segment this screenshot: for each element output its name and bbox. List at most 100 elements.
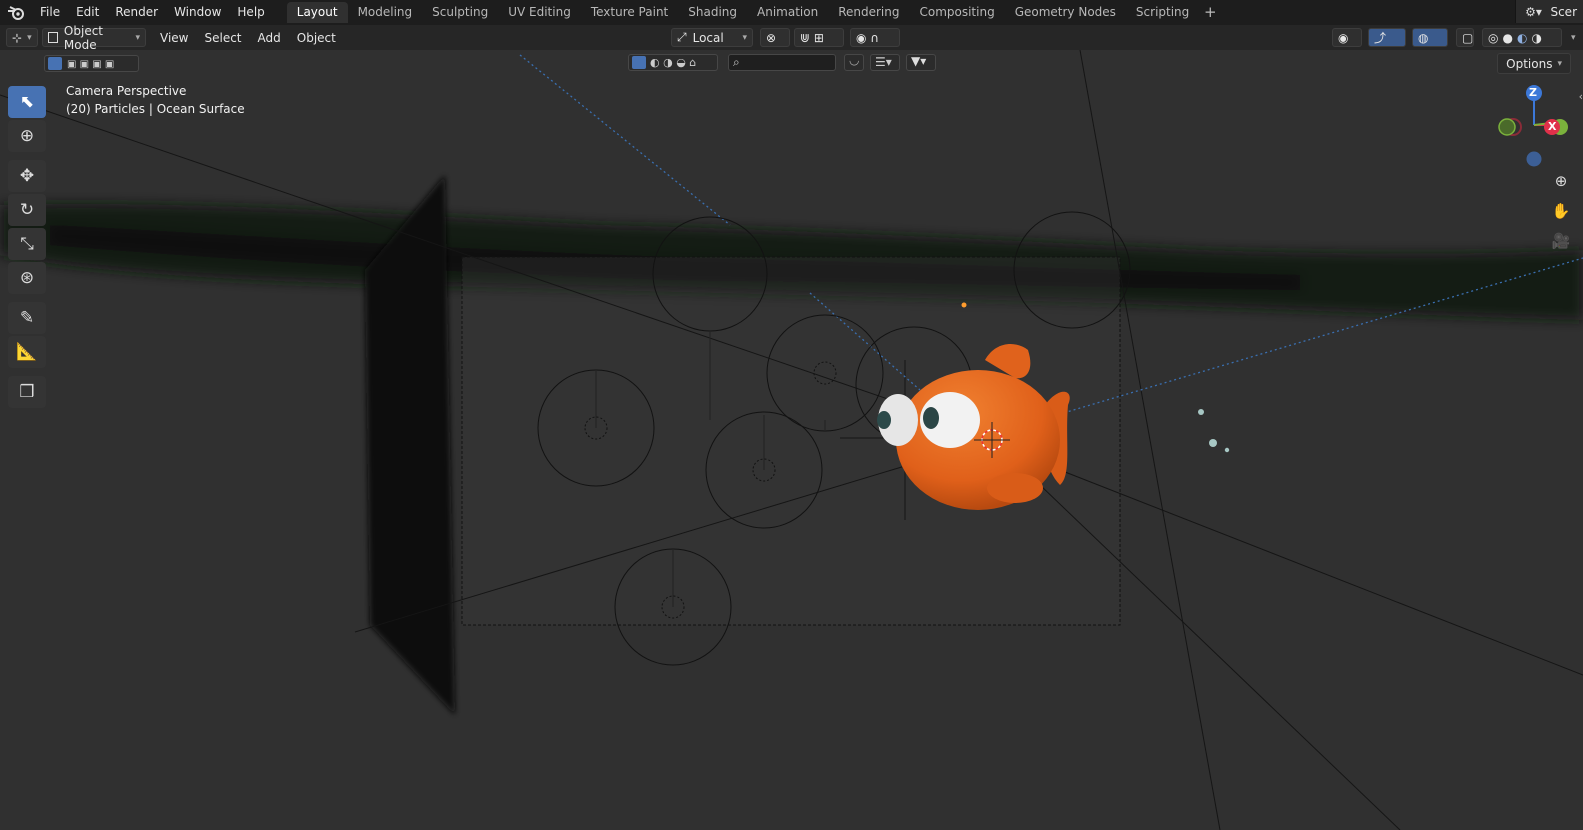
- menu-view[interactable]: View: [152, 31, 196, 45]
- origin-dot: [961, 302, 967, 308]
- tab-animation[interactable]: Animation: [747, 2, 828, 23]
- scale-icon: ⤡: [20, 234, 34, 254]
- scene-selector[interactable]: ⚙▾ Scer: [1515, 0, 1583, 23]
- rotate-icon: ↻: [19, 200, 35, 220]
- gizmo-z-label: Z: [1529, 86, 1537, 99]
- viewport-header: ⊹ ▾ Object Mode ▾ View Select Add Object …: [0, 24, 1583, 52]
- object-info: (20) Particles | Ocean Surface: [66, 102, 245, 116]
- view-name: Camera Perspective: [66, 84, 187, 98]
- measure-tool[interactable]: 📐: [8, 336, 46, 368]
- filter-object-types[interactable]: ◐ ◑ ◒ ⌂: [628, 54, 718, 71]
- topbar: File Edit Render Window Help Layout Mode…: [0, 0, 1583, 25]
- editor-type-icon: ⊹: [12, 30, 23, 45]
- proportional-edit-button[interactable]: ◉ ∩: [850, 28, 900, 47]
- tab-shading[interactable]: Shading: [678, 2, 747, 23]
- scene-label: Scer: [1550, 4, 1577, 19]
- selection-mode-buttons[interactable]: ▣ ▣ ▣ ▣: [44, 55, 139, 72]
- add-workspace-button[interactable]: +: [1199, 2, 1221, 23]
- menu-select[interactable]: Select: [196, 31, 249, 45]
- hierarchy-button[interactable]: ☰▾: [870, 54, 900, 71]
- curve-button[interactable]: ◡: [844, 53, 864, 71]
- tab-scripting[interactable]: Scripting: [1126, 2, 1199, 23]
- visibility-button[interactable]: ◉: [1332, 28, 1362, 47]
- 3d-cursor-icon: ⊕: [19, 126, 35, 146]
- tab-uv-editing[interactable]: UV Editing: [498, 2, 581, 23]
- select-new-icon: [48, 57, 62, 70]
- overlay-toggle[interactable]: ◍: [1412, 28, 1448, 47]
- xray-toggle[interactable]: ▢: [1456, 28, 1474, 47]
- hierarchy-icon: ☰▾: [875, 55, 892, 69]
- curve-icon: ◡: [849, 53, 860, 67]
- material-preview-icon: ◐: [1516, 30, 1528, 45]
- cursor-tool[interactable]: ⊕: [8, 120, 46, 152]
- chevron-down-icon: ▾: [1571, 32, 1576, 43]
- menu-edit[interactable]: Edit: [68, 0, 107, 25]
- tab-rendering[interactable]: Rendering: [828, 2, 909, 23]
- tab-layout[interactable]: Layout: [286, 2, 348, 23]
- tab-sculpting[interactable]: Sculpting: [422, 2, 498, 23]
- add-cube-tool[interactable]: ❒: [8, 376, 46, 408]
- pan-button[interactable]: ✋: [1548, 198, 1574, 224]
- tool-header: ▣ ▣ ▣ ▣ ◐ ◑ ◒ ⌂ ⌕ ◡ ☰▾ ▼▾: [0, 50, 1583, 76]
- tab-geometry-nodes[interactable]: Geometry Nodes: [1005, 2, 1126, 23]
- transform-tool[interactable]: ⊛: [8, 262, 46, 294]
- scene-icon: ⚙▾: [1525, 4, 1542, 19]
- tab-modeling[interactable]: Modeling: [348, 2, 423, 23]
- blender-logo-icon[interactable]: [0, 0, 32, 25]
- object-type-icon: [632, 56, 646, 69]
- camera-icon: 🎥: [1551, 232, 1571, 250]
- search-field[interactable]: ⌕: [728, 54, 836, 71]
- select-box-tool[interactable]: ⬉: [8, 86, 46, 118]
- menu-help[interactable]: Help: [229, 0, 272, 25]
- bubbles: [1198, 409, 1230, 453]
- menu-render[interactable]: Render: [107, 0, 166, 25]
- orientation-icon: ⤢: [677, 30, 687, 44]
- gizmo-x-label: X: [1548, 120, 1557, 133]
- rendered-icon: ◑: [1531, 30, 1542, 45]
- sidebar-toggle[interactable]: ‹: [1579, 90, 1583, 103]
- transform-icon: ⊛: [19, 268, 35, 288]
- 3d-viewport[interactable]: [0, 0, 1583, 830]
- scale-tool[interactable]: ⤡: [8, 228, 46, 260]
- transform-orientation[interactable]: ⤢ Local ▾: [671, 28, 753, 47]
- shading-types-icons: ◐ ◑ ◒ ⌂: [650, 56, 697, 69]
- editor-type-button[interactable]: ⊹ ▾: [6, 28, 38, 47]
- camera-view-button[interactable]: 🎥: [1548, 228, 1574, 254]
- tab-compositing[interactable]: Compositing: [909, 2, 1004, 23]
- search-icon: ⌕: [733, 55, 740, 69]
- proportional-icon: ◉ ∩: [856, 30, 880, 45]
- object-mode-icon: [48, 32, 58, 43]
- cursor-arrow-icon: ⬉: [19, 92, 35, 112]
- orientation-label: Local: [692, 30, 724, 45]
- rotate-tool[interactable]: ↻: [8, 194, 46, 226]
- options-label: Options: [1506, 56, 1553, 71]
- overlay-icon: ◍: [1418, 30, 1429, 45]
- zoom-button[interactable]: ⊕: [1548, 168, 1574, 194]
- snap-button[interactable]: ⋓ ⊞: [794, 28, 844, 47]
- shading-modes[interactable]: ◎ ● ◐ ◑: [1482, 28, 1562, 47]
- zoom-icon: ⊕: [1554, 172, 1568, 190]
- shading-dropdown[interactable]: ▾: [1566, 28, 1582, 47]
- tab-texture-paint[interactable]: Texture Paint: [581, 2, 678, 23]
- wireframe-icon: ◎: [1488, 30, 1499, 45]
- workspace-tabs: Layout Modeling Sculpting UV Editing Tex…: [286, 0, 1222, 25]
- select-extend-icon: ▣ ▣ ▣ ▣: [67, 59, 115, 70]
- solid-icon: ●: [1502, 30, 1513, 45]
- pencil-icon: ✎: [19, 308, 35, 328]
- magnet-icon: ⋓ ⊞: [800, 30, 824, 45]
- menu-file[interactable]: File: [32, 0, 68, 25]
- eye-icon: ◉: [1338, 30, 1349, 45]
- mode-selector[interactable]: Object Mode ▾: [42, 24, 146, 52]
- options-button[interactable]: Options ▾: [1497, 53, 1571, 74]
- gizmo-toggle[interactable]: ⤴: [1368, 28, 1406, 47]
- pivot-point-button[interactable]: ⊗: [760, 28, 790, 47]
- filter-button[interactable]: ▼▾: [906, 54, 936, 71]
- menu-window[interactable]: Window: [166, 0, 229, 25]
- menu-object[interactable]: Object: [289, 31, 344, 45]
- xray-icon: ▢: [1462, 30, 1474, 45]
- menu-add[interactable]: Add: [250, 31, 289, 45]
- move-tool[interactable]: ✥: [8, 160, 46, 192]
- annotate-tool[interactable]: ✎: [8, 302, 46, 334]
- pivot-icon: ⊗: [766, 30, 777, 45]
- dark-plane: [365, 175, 455, 715]
